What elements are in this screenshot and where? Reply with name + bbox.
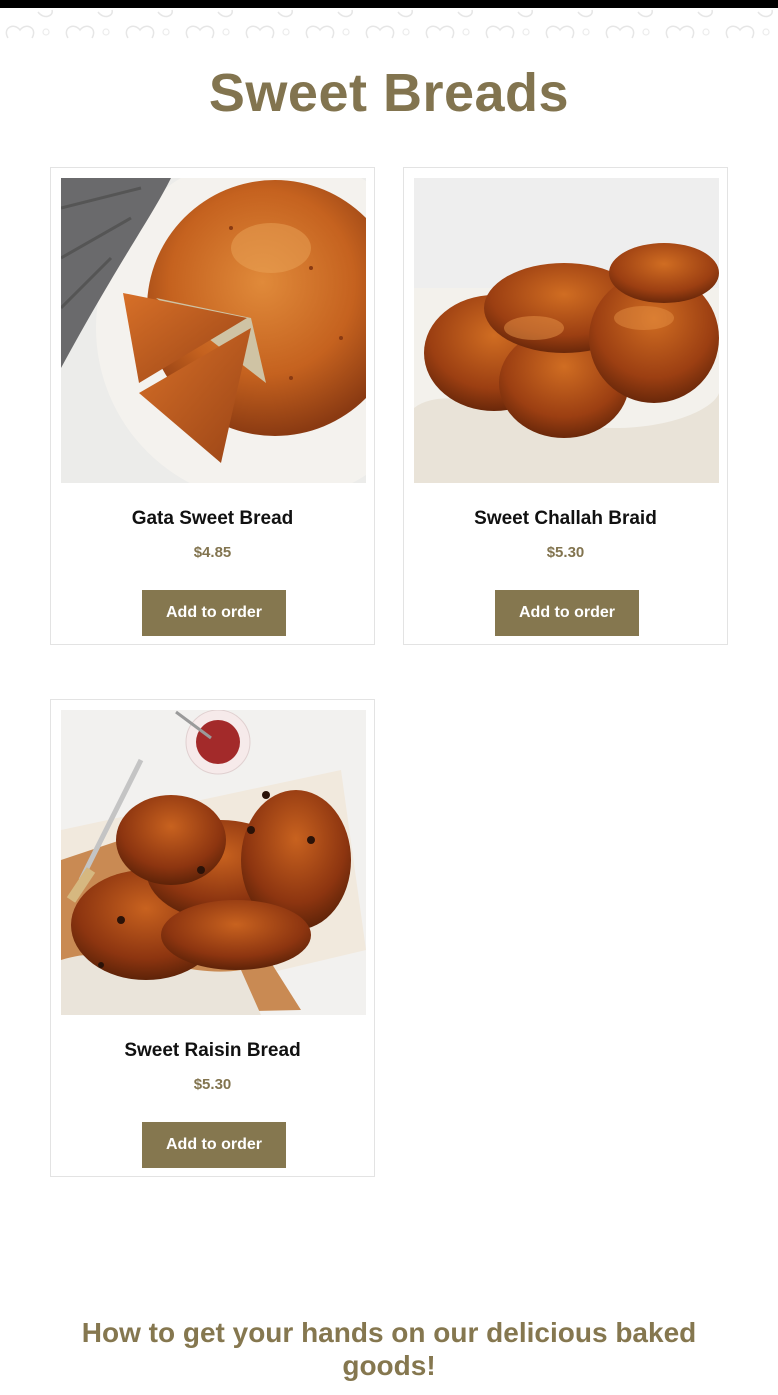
product-price: $5.30 [193, 1076, 232, 1093]
add-to-order-button[interactable]: Add to order [495, 590, 639, 636]
product-price: $4.85 [193, 544, 232, 561]
product-name[interactable]: Sweet Raisin Bread [51, 1040, 374, 1062]
product-card: Sweet Challah Braid $5.30 Add to order [403, 167, 728, 645]
section-heading: How to get your hands on our delicious b… [81, 1317, 697, 1381]
add-to-order-button[interactable]: Add to order [142, 590, 286, 636]
raisin-braid-image[interactable] [61, 710, 366, 1015]
add-to-order-button[interactable]: Add to order [142, 1122, 286, 1168]
page-title: Sweet Breads [208, 63, 570, 123]
product-card: Gata Sweet Bread $4.85 Add to order [50, 167, 375, 645]
top-bar [0, 0, 778, 8]
product-name[interactable]: Sweet Challah Braid [404, 508, 727, 530]
product-card: Sweet Raisin Bread $5.30 Add to order [50, 699, 375, 1177]
round-sweet-bread-image[interactable] [61, 178, 366, 483]
decorative-pattern-strip [0, 8, 778, 42]
braided-challah-image[interactable] [414, 178, 719, 483]
product-price: $5.30 [546, 544, 585, 561]
product-name[interactable]: Gata Sweet Bread [51, 508, 374, 530]
